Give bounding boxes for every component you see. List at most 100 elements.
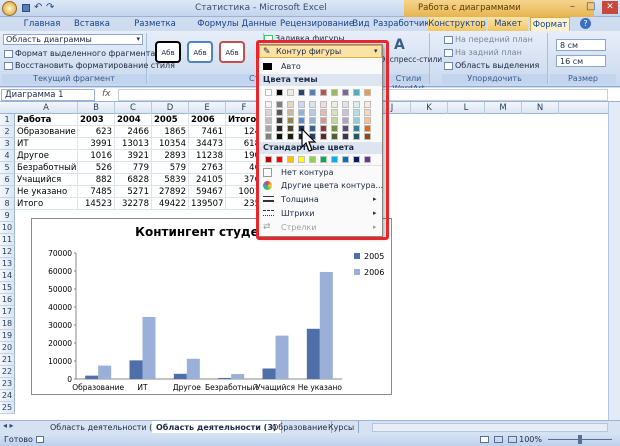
table-cell[interactable]: 579 — [152, 162, 189, 174]
tab-review[interactable]: Рецензирование — [280, 17, 354, 31]
row-header[interactable]: 13 — [0, 258, 15, 270]
horizontal-scrollbar[interactable] — [372, 423, 608, 432]
table-cell[interactable]: 3991 — [78, 138, 115, 150]
bar-2005[interactable] — [129, 360, 143, 379]
row-header[interactable]: 7 — [0, 186, 15, 198]
column-header[interactable]: C — [115, 102, 152, 114]
tab-page-layout[interactable]: Разметка страницы — [116, 17, 194, 43]
bar-2006[interactable] — [319, 271, 333, 379]
table-cell[interactable]: 27892 — [152, 186, 189, 198]
row-header[interactable]: 9 — [0, 210, 15, 222]
height-field[interactable]: 8 см — [556, 39, 606, 51]
row-header[interactable]: 2 — [0, 126, 15, 138]
table-cell[interactable]: 3921 — [115, 150, 152, 162]
width-field[interactable]: 16 см — [556, 55, 606, 67]
table-cell[interactable]: 7485 — [78, 186, 115, 198]
office-button[interactable] — [2, 1, 17, 16]
tab-insert[interactable]: Вставка — [70, 17, 114, 31]
maximize-icon[interactable]: □ — [586, 1, 595, 12]
table-cell[interactable]: 2466 — [115, 126, 152, 138]
row-header[interactable]: 16 — [0, 294, 15, 306]
row-header[interactable]: 3 — [0, 138, 15, 150]
table-cell[interactable]: Учащийся — [15, 174, 78, 186]
row-header[interactable]: 18 — [0, 318, 15, 330]
row-header[interactable]: 24 — [0, 390, 15, 402]
column-header[interactable]: A — [15, 102, 78, 114]
table-cell[interactable]: 5271 — [115, 186, 152, 198]
undo-icon[interactable]: ↶ — [34, 2, 42, 13]
row-header[interactable]: 19 — [0, 330, 15, 342]
table-cell[interactable]: Образование — [15, 126, 78, 138]
bar-2005[interactable] — [306, 328, 320, 379]
bring-to-front-button[interactable]: На передний план — [444, 34, 533, 45]
table-cell[interactable]: 526 — [78, 162, 115, 174]
macro-record-icon[interactable] — [36, 436, 44, 443]
bar-2005[interactable] — [85, 375, 99, 379]
table-cell[interactable]: 779 — [115, 162, 152, 174]
save-icon[interactable] — [22, 4, 30, 12]
view-page-break-icon[interactable] — [508, 436, 517, 443]
shape-style-1[interactable]: Абв — [155, 41, 181, 63]
bar-2005[interactable] — [218, 377, 232, 379]
chart-element-select[interactable]: Область диаграммы ▾ — [3, 34, 143, 45]
column-header[interactable]: L — [448, 102, 485, 114]
tab-home[interactable]: Главная — [22, 17, 62, 31]
row-header[interactable]: 20 — [0, 342, 15, 354]
chart-area[interactable]: Контингент студентов 70000 60000 50000 4000… — [31, 218, 392, 395]
table-cell[interactable]: 5839 — [152, 174, 189, 186]
table-cell[interactable]: 11238 — [189, 150, 226, 162]
shape-style-2[interactable]: Абв — [187, 41, 213, 63]
vertical-scrollbar[interactable] — [608, 102, 620, 420]
row-header[interactable]: 6 — [0, 174, 15, 186]
sheet-nav-icon[interactable]: ◂ ▸ — [3, 421, 14, 430]
tab-layout[interactable]: Макет — [488, 17, 528, 31]
column-header[interactable]: N — [522, 102, 559, 114]
help-icon[interactable]: ? — [580, 18, 591, 29]
row-header[interactable]: 10 — [0, 222, 15, 234]
table-cell[interactable]: 882 — [78, 174, 115, 186]
table-cell[interactable]: 623 — [78, 126, 115, 138]
row-header[interactable]: 22 — [0, 366, 15, 378]
column-header[interactable]: M — [485, 102, 522, 114]
tab-view[interactable]: Вид — [350, 17, 372, 31]
table-cell[interactable]: Работа — [15, 114, 78, 126]
table-cell[interactable]: 2004 — [115, 114, 152, 126]
table-cell[interactable]: Безработный — [15, 162, 78, 174]
row-header[interactable]: 23 — [0, 378, 15, 390]
wordart-express-styles[interactable]: Экспресс-стили — [380, 55, 442, 64]
zoom-slider-thumb[interactable] — [578, 435, 582, 444]
bar-2006[interactable] — [275, 335, 289, 379]
table-cell[interactable]: 7461 — [189, 126, 226, 138]
tab-format[interactable]: Формат — [530, 17, 570, 31]
row-header[interactable]: 1 — [0, 114, 15, 126]
view-normal-icon[interactable] — [480, 436, 489, 443]
bar-2005[interactable] — [262, 368, 276, 379]
table-cell[interactable]: ИТ — [15, 138, 78, 150]
table-cell[interactable]: 1016 — [78, 150, 115, 162]
table-cell[interactable]: 2763 — [189, 162, 226, 174]
table-cell[interactable]: 59467 — [189, 186, 226, 198]
row-header[interactable]: 8 — [0, 198, 15, 210]
shape-style-3[interactable]: Абв — [219, 41, 245, 63]
bar-2006[interactable] — [186, 358, 200, 379]
bar-2006[interactable] — [98, 365, 112, 379]
table-cell[interactable]: 32278 — [115, 198, 152, 210]
table-cell[interactable]: 24105 — [189, 174, 226, 186]
bar-2005[interactable] — [173, 373, 187, 379]
row-header[interactable]: 4 — [0, 150, 15, 162]
format-selection-button[interactable]: Формат выделенного фрагмента — [4, 48, 155, 59]
table-cell[interactable]: 14523 — [78, 198, 115, 210]
row-header[interactable]: 17 — [0, 306, 15, 318]
table-cell[interactable]: 34473 — [189, 138, 226, 150]
name-box[interactable]: Диаграмма 1 — [1, 89, 95, 101]
bar-2006[interactable] — [142, 316, 156, 379]
table-cell[interactable]: Не указано — [15, 186, 78, 198]
view-page-layout-icon[interactable] — [494, 436, 503, 443]
table-cell[interactable]: 10354 — [152, 138, 189, 150]
column-header[interactable]: B — [78, 102, 115, 114]
send-to-back-button[interactable]: На задний план — [444, 47, 522, 58]
table-cell[interactable]: 139507 — [189, 198, 226, 210]
table-cell[interactable]: 13013 — [115, 138, 152, 150]
row-header[interactable]: 11 — [0, 234, 15, 246]
table-cell[interactable]: 1865 — [152, 126, 189, 138]
